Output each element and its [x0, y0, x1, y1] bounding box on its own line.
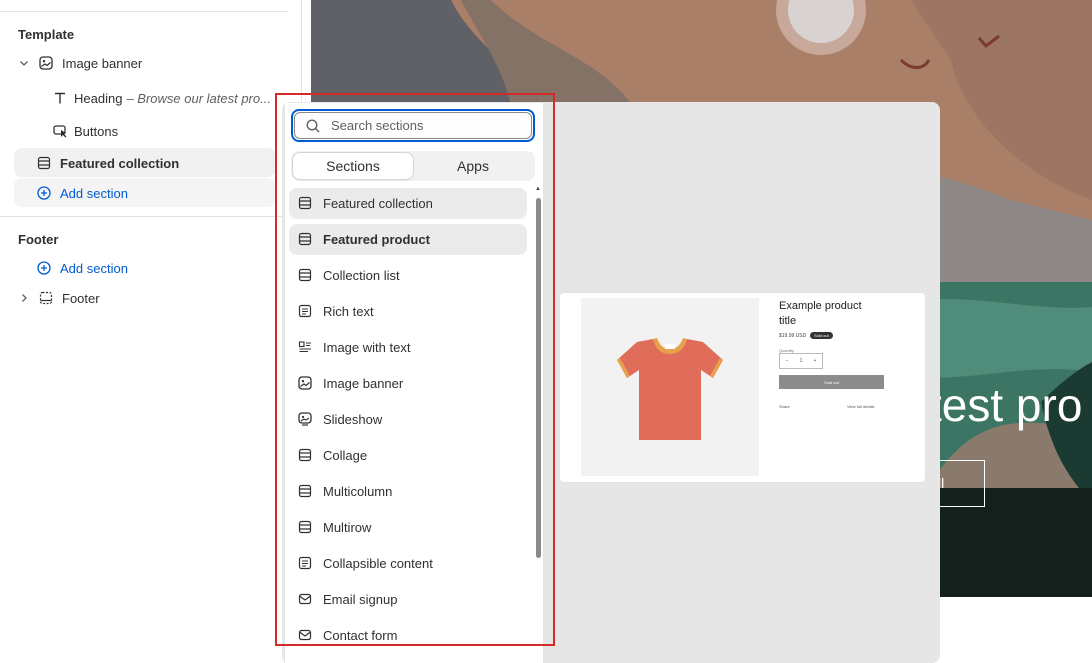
quantity-value: 1 — [799, 358, 803, 364]
section-item-collection-list[interactable]: Collection list — [289, 260, 527, 291]
add-section-label: Add section — [60, 185, 128, 201]
section-item-label: Multicolumn — [323, 484, 393, 499]
search-input[interactable] — [331, 118, 511, 133]
product-title: Example product title — [779, 300, 862, 327]
sold-out-button[interactable]: Sold out — [779, 375, 884, 389]
template-group-title: Template — [18, 27, 75, 42]
tree-item-label: Image banner — [62, 55, 143, 71]
hero-heading: test pro — [929, 379, 1083, 431]
section-item-multirow[interactable]: Multirow — [289, 512, 527, 543]
section-item-featured-product[interactable]: Featured product — [289, 224, 527, 255]
sidebar-divider — [0, 216, 302, 217]
sidebar-top-divider — [0, 11, 288, 12]
rich-text-icon — [298, 304, 314, 320]
scroll-up-arrow-icon[interactable]: ▲ — [535, 186, 541, 192]
section-item-image-with-text[interactable]: Image with text — [289, 332, 527, 363]
tshirt-icon — [617, 338, 723, 440]
section-list-scrollbar[interactable]: ▲ — [534, 186, 542, 663]
section-item-label: Featured collection — [323, 196, 433, 211]
heading-preview-text: – Browse our latest pro... — [126, 90, 271, 106]
editor-sidebar: Template Image banner Heading – Browse o… — [0, 0, 302, 663]
image-banner-icon — [298, 375, 314, 392]
tab-sections[interactable]: Sections — [293, 153, 413, 179]
search-icon — [305, 118, 321, 134]
section-item-featured-collection[interactable]: Featured collection — [289, 188, 527, 219]
multicolumn-icon — [298, 484, 314, 500]
section-item-label: Slideshow — [323, 412, 383, 427]
multirow-icon — [298, 520, 314, 536]
section-item-collapsible-content[interactable]: Collapsible content — [289, 548, 527, 579]
collection-list-icon — [298, 268, 314, 284]
plus-circle-icon — [36, 260, 52, 276]
tree-item-label: Buttons — [74, 123, 119, 139]
featured-collection-icon — [298, 196, 314, 212]
section-item-slideshow[interactable]: Slideshow — [289, 404, 527, 435]
section-item-label: Email signup — [323, 592, 398, 607]
tree-item-footer[interactable]: Footer — [18, 285, 100, 311]
tree-item-label: Heading — [74, 90, 123, 106]
sold-out-badge: Sold out — [810, 332, 833, 339]
quantity-stepper[interactable]: −1 + — [779, 353, 823, 369]
tree-item-buttons[interactable]: Buttons — [52, 118, 118, 144]
section-item-label: Contact form — [323, 628, 398, 643]
featured-collection-icon — [36, 155, 52, 171]
footer-group-title: Footer — [18, 232, 59, 247]
image-with-text-icon — [298, 340, 314, 356]
footer-icon — [38, 290, 54, 306]
text-icon — [52, 90, 68, 106]
slideshow-icon — [298, 411, 314, 428]
section-list: Featured collection Featured product Col… — [289, 187, 529, 647]
tree-item-image-banner[interactable]: Image banner — [18, 50, 142, 76]
tree-item-label: Featured collection — [60, 155, 180, 171]
chevron-down-icon[interactable] — [18, 58, 30, 68]
section-item-label: Image with text — [323, 340, 411, 355]
chevron-right-icon[interactable] — [18, 293, 30, 303]
section-item-label: Multirow — [323, 520, 372, 535]
section-item-label: Rich text — [323, 304, 374, 319]
section-item-rich-text[interactable]: Rich text — [289, 296, 527, 327]
tab-apps[interactable]: Apps — [413, 153, 533, 179]
add-section-label: Add section — [60, 260, 128, 276]
collapsible-content-icon — [298, 556, 314, 572]
section-item-multicolumn[interactable]: Multicolumn — [289, 476, 527, 507]
section-item-label: Image banner — [323, 376, 404, 391]
featured-product-icon — [298, 232, 314, 248]
footer-add-section-button[interactable]: Add section — [36, 255, 128, 281]
tree-item-label: Footer — [62, 290, 100, 306]
scroll-thumb[interactable] — [536, 198, 541, 558]
section-item-label: Collapsible content — [323, 556, 433, 571]
tree-item-featured-collection[interactable]: Featured collection — [36, 150, 179, 176]
image-banner-icon — [38, 55, 54, 71]
section-item-label: Collection list — [323, 268, 400, 283]
tree-item-heading[interactable]: Heading – Browse our latest pro... — [52, 85, 272, 111]
section-item-label: Featured product — [323, 232, 430, 247]
popover-tabs: Sections Apps — [291, 151, 535, 181]
button-icon — [52, 123, 68, 139]
featured-product-preview-card: Example product title $19.99 USD Sold ou… — [560, 293, 925, 482]
section-item-label: Collage — [323, 448, 368, 463]
email-signup-icon — [298, 592, 314, 608]
product-price: $19.99 USD — [779, 333, 807, 339]
plus-circle-icon — [36, 185, 52, 201]
section-item-image-banner[interactable]: Image banner — [289, 368, 527, 399]
share-link[interactable]: Share — [779, 404, 790, 409]
section-item-email-signup[interactable]: Email signup — [289, 584, 527, 615]
view-details-link[interactable]: View full details — [847, 404, 875, 409]
section-item-collage[interactable]: Collage — [289, 440, 527, 471]
product-image — [581, 298, 759, 476]
contact-form-icon — [298, 628, 314, 644]
search-sections-field[interactable] — [291, 109, 535, 142]
add-section-button[interactable]: Add section — [36, 180, 128, 206]
collage-icon — [298, 448, 314, 464]
section-item-contact-form[interactable]: Contact form — [289, 620, 527, 647]
